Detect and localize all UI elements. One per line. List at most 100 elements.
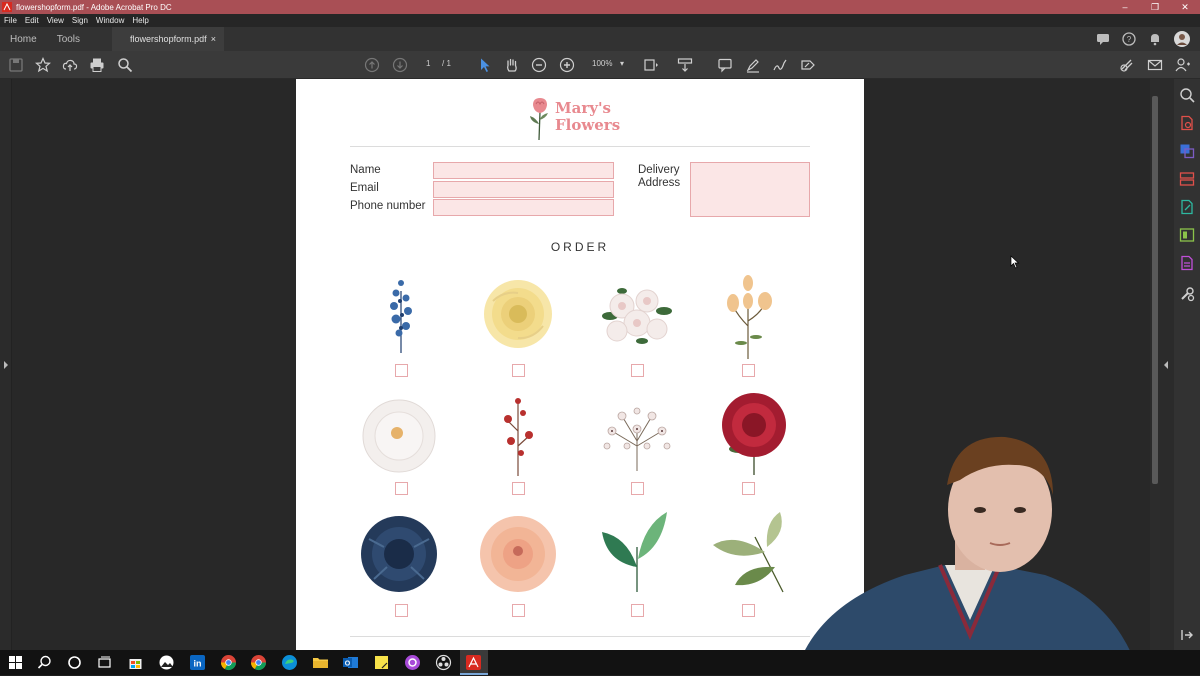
sticky-notes-icon[interactable] — [373, 654, 390, 671]
cloud-upload-icon[interactable] — [62, 57, 78, 73]
fill-sign-icon[interactable] — [800, 57, 816, 73]
avatar[interactable] — [1174, 31, 1190, 47]
fill-form-icon[interactable] — [1179, 255, 1195, 271]
comment-icon[interactable] — [717, 57, 733, 73]
bookmark-star-icon[interactable] — [34, 57, 52, 73]
mouse-cursor-icon — [1010, 255, 1020, 269]
comment-bubble-icon[interactable] — [1096, 32, 1110, 46]
chevron-down-icon[interactable]: ▾ — [620, 59, 624, 68]
zoom-level-select[interactable]: 100% — [592, 59, 612, 68]
menu-sign[interactable]: Sign — [72, 16, 88, 25]
close-button[interactable]: ✕ — [1170, 2, 1200, 13]
cortana-icon[interactable] — [66, 654, 83, 671]
expand-left-panel-icon[interactable] — [3, 361, 9, 369]
hand-tool-icon[interactable] — [504, 57, 520, 73]
tab-bar: Home Tools flowershopform.pdf × ? — [0, 27, 1200, 51]
checkbox-yellow-rose[interactable] — [512, 364, 525, 377]
page-number-input[interactable]: 1 — [426, 59, 430, 68]
protect-icon[interactable] — [1119, 57, 1135, 73]
checkbox-white-rose-bouquet[interactable] — [631, 364, 644, 377]
save-icon[interactable] — [8, 57, 24, 73]
checkbox-blue-sprig[interactable] — [395, 364, 408, 377]
outlook-icon[interactable]: O — [342, 654, 359, 671]
delivery-label-line2: Address — [638, 177, 681, 189]
edit-pdf-icon[interactable] — [1179, 199, 1195, 215]
highlight-pen-icon[interactable] — [745, 57, 761, 73]
svg-text:in: in — [194, 659, 202, 669]
menu-edit[interactable]: Edit — [25, 16, 39, 25]
footer-divider — [350, 636, 810, 637]
menu-file[interactable]: File — [4, 16, 17, 25]
search-icon[interactable] — [117, 57, 133, 73]
linkedin-icon[interactable]: in — [189, 654, 206, 671]
checkbox-red-berry-sprig[interactable] — [512, 482, 525, 495]
zoom-in-icon[interactable] — [559, 57, 575, 73]
windows-taskbar: in O — [0, 650, 1200, 675]
rose-logo-icon — [530, 98, 548, 141]
tab-close-icon[interactable]: × — [211, 34, 216, 44]
tab-tools[interactable]: Tools — [47, 27, 90, 51]
right-pane-collapse[interactable] — [1160, 79, 1174, 650]
checkbox-babys-breath[interactable] — [631, 482, 644, 495]
acrobat-taskbar-icon[interactable] — [465, 654, 482, 671]
taskbar-search-icon[interactable] — [36, 654, 53, 671]
checkbox-peach-buds[interactable] — [742, 364, 755, 377]
restore-button[interactable]: ❐ — [1140, 2, 1170, 13]
help-icon[interactable]: ? — [1122, 32, 1136, 46]
phone-label: Phone number — [350, 200, 426, 212]
zoom-search-tool-icon[interactable] — [1179, 87, 1195, 103]
menu-help[interactable]: Help — [132, 16, 148, 25]
checkbox-white-peony[interactable] — [395, 482, 408, 495]
mail-icon[interactable] — [1147, 57, 1163, 73]
delivery-address-field[interactable] — [690, 162, 810, 217]
draw-sign-icon[interactable] — [772, 57, 788, 73]
chrome-icon[interactable] — [250, 654, 267, 671]
edge-icon[interactable] — [281, 654, 298, 671]
task-view-icon[interactable] — [96, 654, 113, 671]
scrollbar-thumb[interactable] — [1152, 96, 1158, 484]
print-icon[interactable] — [89, 57, 105, 73]
pdf-page: Mary's Flowers Name Email Phone number D… — [296, 79, 864, 650]
webcam-presenter-image — [795, 436, 1140, 675]
create-pdf-icon[interactable] — [1179, 143, 1195, 159]
notification-bell-icon[interactable] — [1148, 32, 1162, 46]
combine-files-icon[interactable] — [1179, 227, 1195, 243]
left-navigation-rail[interactable] — [0, 79, 12, 650]
tab-home[interactable]: Home — [0, 27, 47, 51]
photos-icon[interactable] — [158, 654, 175, 671]
white-rose-bouquet-image — [602, 288, 672, 344]
blue-sprig-flower-image — [390, 280, 412, 353]
checkbox-olive-leaves[interactable] — [742, 604, 755, 617]
email-field[interactable] — [433, 181, 614, 198]
chrome-profile-icon[interactable] — [220, 654, 237, 671]
menu-view[interactable]: View — [47, 16, 64, 25]
minimize-button[interactable]: – — [1110, 2, 1140, 12]
next-page-icon[interactable] — [392, 57, 408, 73]
menu-window[interactable]: Window — [96, 16, 124, 25]
screen-recorder-icon[interactable] — [404, 654, 421, 671]
white-peony-image — [362, 399, 436, 473]
checkbox-peach-peony[interactable] — [512, 604, 525, 617]
phone-field[interactable] — [433, 199, 614, 216]
select-cursor-icon[interactable] — [477, 57, 493, 73]
checkbox-crimson-peony[interactable] — [742, 482, 755, 495]
tab-document[interactable]: flowershopform.pdf × — [112, 27, 225, 51]
more-tools-icon[interactable] — [1179, 286, 1195, 302]
previous-page-icon[interactable] — [364, 57, 380, 73]
file-explorer-icon[interactable] — [312, 654, 329, 671]
export-pdf-icon[interactable] — [1179, 115, 1195, 131]
share-user-icon[interactable] — [1175, 57, 1191, 73]
collapse-right-panel-icon[interactable] — [1163, 361, 1169, 369]
store-icon[interactable] — [127, 654, 144, 671]
checkbox-navy-dahlia[interactable] — [395, 604, 408, 617]
checkbox-green-leaves[interactable] — [631, 604, 644, 617]
collapse-tools-pane-icon[interactable] — [1179, 627, 1195, 643]
scroll-mode-icon[interactable] — [677, 57, 693, 73]
zoom-out-icon[interactable] — [531, 57, 547, 73]
page-fit-icon[interactable] — [643, 57, 659, 73]
organize-pages-icon[interactable] — [1179, 171, 1195, 187]
obs-icon[interactable] — [435, 654, 452, 671]
name-field[interactable] — [433, 162, 614, 179]
peach-peony-image — [480, 516, 556, 592]
windows-start-icon[interactable] — [7, 654, 24, 671]
